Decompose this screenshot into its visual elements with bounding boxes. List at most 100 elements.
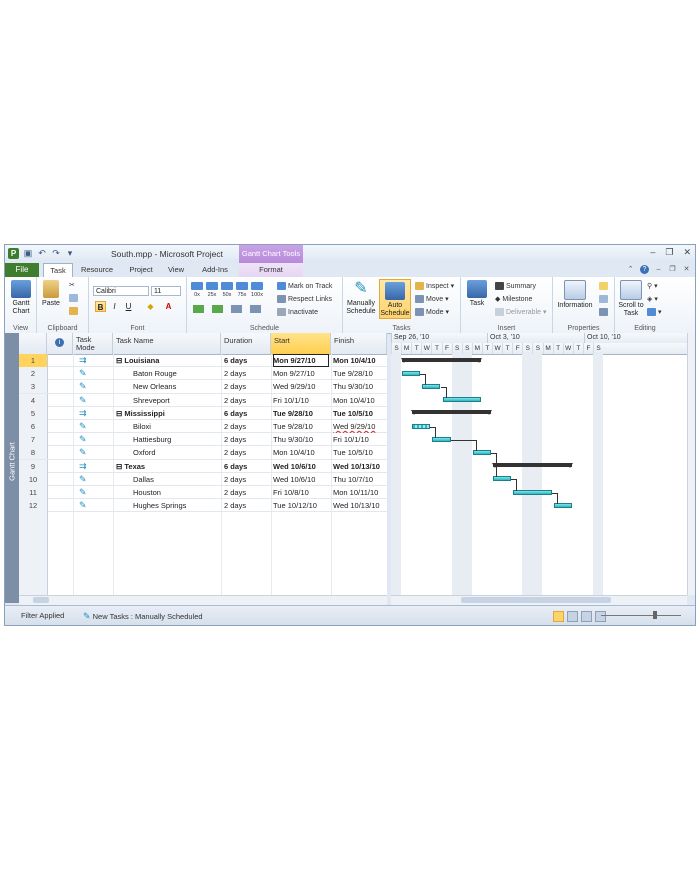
start-cell[interactable]: Mon 9/27/10 [273,354,329,367]
customize-qat-icon[interactable]: ▾ [65,248,75,258]
header-task-mode[interactable]: Task Mode [73,333,113,354]
table-horizontal-scrollbar[interactable] [19,595,387,605]
row-number[interactable]: 1 [19,354,48,367]
duration-cell[interactable]: 2 days [224,499,271,512]
percent-25-button[interactable]: 25x [206,282,218,298]
task-name-cell[interactable]: Baton Rouge [133,367,238,380]
duration-cell[interactable]: 2 days [224,473,271,486]
bold-button[interactable]: B [95,301,106,312]
task-name-cell[interactable]: ⊟ Texas [116,460,221,473]
move-task-left-icon[interactable] [193,305,204,313]
row-number[interactable]: 2 [19,367,48,381]
row-number[interactable]: 12 [19,499,48,513]
summary-bar[interactable] [492,463,573,469]
task-name-cell[interactable]: Shreveport [133,394,238,407]
deliverable-button[interactable]: Deliverable ▾ [495,308,547,316]
row-number[interactable]: 9 [19,459,48,473]
indicator-cell[interactable] [47,420,73,433]
row-number[interactable]: 8 [19,446,48,460]
inactivate-button[interactable]: Inactivate [277,308,318,316]
inspect-button[interactable]: Inspect ▾ [415,282,454,290]
indicator-cell[interactable] [47,354,73,367]
task-mode-cell[interactable]: ✎ [73,446,113,459]
finish-cell[interactable]: Wed 9/29/10 [333,420,387,433]
tab-format[interactable]: Format [239,263,303,277]
undo-icon[interactable]: ↶ [37,248,47,258]
row-number[interactable]: 10 [19,472,48,486]
details-button[interactable] [599,295,608,303]
unlink-tasks-icon[interactable] [250,305,261,313]
task-name-cell[interactable]: New Orleans [133,380,238,393]
indicator-cell[interactable] [47,473,73,486]
duration-cell[interactable]: 2 days [224,380,271,393]
duration-cell[interactable]: 2 days [224,433,271,446]
task-mode-cell[interactable]: ⇉ [73,460,113,473]
header-start[interactable]: Start [271,333,331,354]
task-mode-cell[interactable]: ✎ [73,394,113,407]
gantt-chart[interactable]: Sep 26, '10 Oct 3, '10 Oct 10, '10 SMTWT… [391,333,687,595]
table-row[interactable]: 7 ✎ Hattiesburg 2 days Thu 9/30/10 Fri 10/1/1… [19,433,387,447]
font-size-select[interactable]: 11 [151,286,181,296]
tab-project[interactable]: Project [123,263,159,277]
table-row[interactable]: 1 ⇉ ⊟ Louisiana 6 days Mon 9/27/10 Mon 10/4/1… [19,354,387,368]
respect-links-button[interactable]: Respect Links [277,295,332,303]
duration-cell[interactable]: 6 days [224,354,271,367]
task-mode-cell[interactable]: ⇉ [73,354,113,367]
start-cell[interactable]: Mon 10/4/10 [273,446,329,459]
row-number[interactable]: 7 [19,433,48,447]
task-mode-cell[interactable]: ✎ [73,367,113,380]
start-cell[interactable]: Wed 10/6/10 [273,473,329,486]
task-name-cell[interactable]: Dallas [133,473,238,486]
clear-button[interactable]: ◈ ▾ [647,295,658,303]
copy-button[interactable] [69,294,78,302]
add-to-timeline-button[interactable] [599,308,608,316]
close-doc-icon[interactable]: ✕ [682,265,691,274]
duration-cell[interactable]: 2 days [224,420,271,433]
task-name-cell[interactable]: Hattiesburg [133,433,238,446]
task-name-cell[interactable]: ⊟ Mississippi [116,407,221,420]
view-bar[interactable]: Gantt Chart [5,333,19,603]
header-finish[interactable]: Finish [331,333,387,354]
finish-cell[interactable]: Mon 10/11/10 [333,486,387,499]
duration-cell[interactable]: 2 days [224,486,271,499]
indicator-cell[interactable] [47,407,73,420]
insert-task-button[interactable]: Task [463,280,491,308]
start-cell[interactable]: Tue 9/28/10 [273,420,329,433]
save-icon[interactable]: ▣ [23,248,33,258]
indicator-cell[interactable] [47,499,73,512]
task-mode-cell[interactable]: ✎ [73,380,113,393]
start-cell[interactable]: Wed 9/29/10 [273,380,329,393]
start-cell[interactable]: Fri 10/1/10 [273,394,329,407]
duration-cell[interactable]: 2 days [224,367,271,380]
tab-resource[interactable]: Resource [77,263,117,277]
fill-button[interactable]: ▾ [647,308,662,316]
percent-50-button[interactable]: 50x [221,282,233,298]
start-cell[interactable]: Mon 9/27/10 [273,367,329,380]
find-button[interactable]: ⚲ ▾ [647,282,658,290]
finish-cell[interactable]: Wed 10/13/10 [333,460,387,473]
scroll-thumb[interactable] [461,597,611,603]
restore-icon[interactable]: ❐ [665,247,673,258]
highlight-color-icon[interactable]: ◆ [145,301,156,312]
tab-addins[interactable]: Add-Ins [195,263,235,277]
table-row[interactable]: 2 ✎ Baton Rouge 2 days Mon 9/27/10 Tue 9/28/1… [19,367,387,381]
task-mode-cell[interactable]: ✎ [73,433,113,446]
task-bar[interactable] [402,370,421,376]
task-mode-cell[interactable]: ✎ [73,420,113,433]
finish-cell[interactable]: Tue 9/28/10 [333,367,387,380]
indicator-cell[interactable] [47,460,73,473]
summary-button[interactable]: Summary [495,282,536,290]
task-mode-cell[interactable]: ✎ [73,499,113,512]
move-button[interactable]: Move ▾ [415,295,449,303]
duration-cell[interactable]: 2 days [224,394,271,407]
summary-bar[interactable] [411,410,492,416]
team-planner-icon[interactable] [581,611,592,622]
filter-status[interactable]: Filter Applied [21,611,64,620]
resource-sheet-icon[interactable] [595,611,606,622]
project-app-icon[interactable]: P [8,248,19,259]
indicator-cell[interactable] [47,394,73,407]
font-color-icon[interactable]: A [163,301,174,312]
finish-cell[interactable]: Tue 10/5/10 [333,407,387,420]
finish-cell[interactable]: Tue 10/5/10 [333,446,387,459]
mode-button[interactable]: Mode ▾ [415,308,449,316]
